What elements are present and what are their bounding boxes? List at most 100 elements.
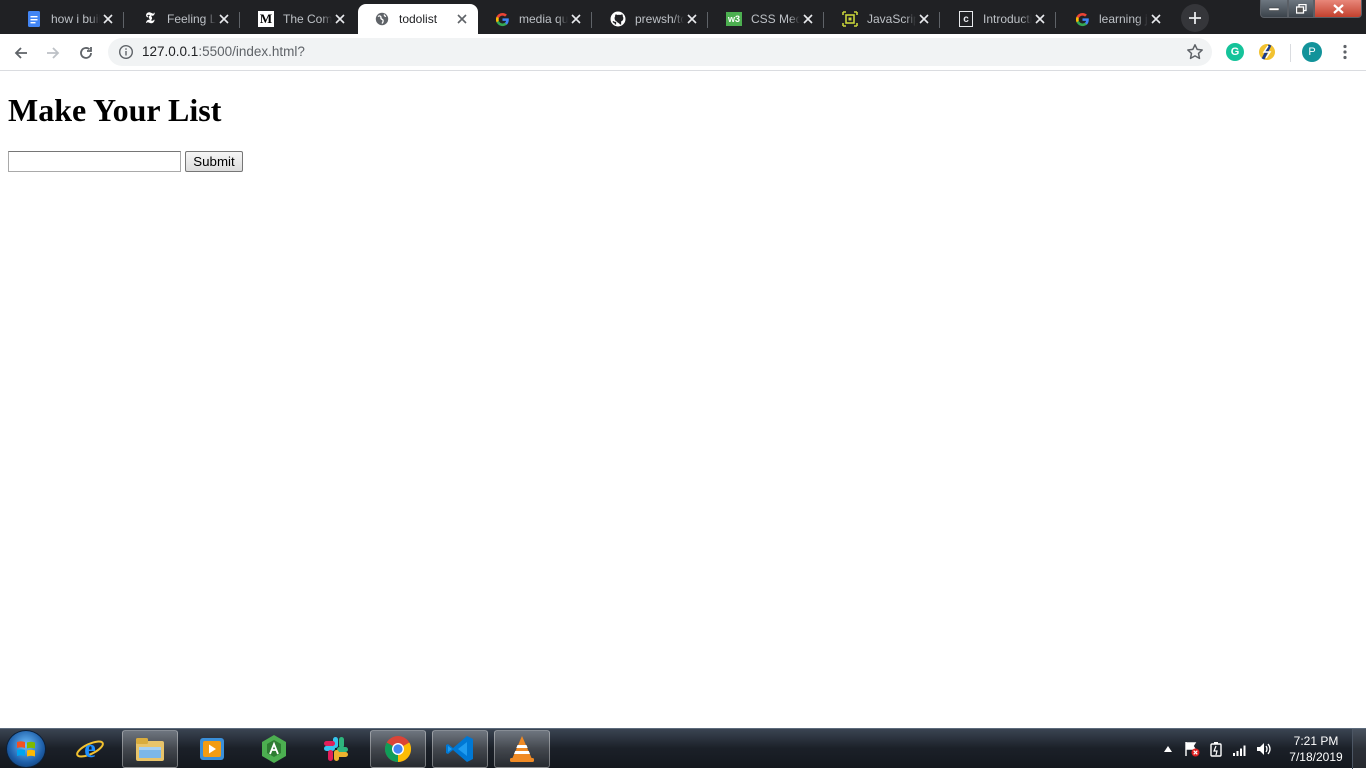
internet-explorer-icon: e — [76, 734, 104, 763]
close-icon[interactable] — [916, 11, 932, 27]
media-player-icon — [200, 738, 224, 760]
close-icon[interactable] — [684, 11, 700, 27]
medium-icon: M — [258, 11, 274, 27]
tab-javascript[interactable]: JavaScript — [826, 4, 940, 34]
battery-plug-icon — [1210, 742, 1222, 757]
profile-avatar[interactable]: P — [1302, 42, 1322, 62]
todo-input[interactable] — [8, 151, 181, 172]
plus-icon — [1189, 12, 1201, 24]
tab-title: Introduction — [983, 12, 1032, 26]
chevron-up-icon — [1164, 746, 1172, 752]
start-button[interactable] — [6, 730, 46, 768]
taskbar-media-player[interactable] — [184, 730, 240, 768]
scrimba-icon — [842, 11, 858, 27]
w3schools-icon: w3 — [726, 12, 742, 26]
url-text[interactable]: 127.0.0.1:5500/index.html? — [142, 44, 305, 59]
flag-icon — [1185, 742, 1200, 757]
close-icon[interactable] — [100, 11, 116, 27]
signal-icon — [1233, 745, 1246, 756]
star-icon[interactable] — [1186, 43, 1204, 61]
close-icon[interactable] — [1032, 11, 1048, 27]
google-docs-icon — [26, 11, 42, 27]
url-path: :5500/index.html? — [198, 44, 305, 59]
taskbar-android-studio[interactable] — [246, 730, 302, 768]
volume-tray[interactable] — [1254, 733, 1274, 765]
close-icon[interactable] — [216, 11, 232, 27]
tab-separator — [239, 12, 240, 28]
tab-introduction[interactable]: c Introduction — [942, 4, 1056, 34]
maximize-button[interactable] — [1288, 0, 1314, 18]
tab-title: JavaScript — [867, 12, 916, 26]
system-clock[interactable]: 7:21 PM 7/18/2019 — [1282, 733, 1350, 765]
svg-text:e: e — [84, 734, 96, 763]
tab-learning-js[interactable]: learning js — [1058, 4, 1172, 34]
tab-title: CSS Media — [751, 12, 800, 26]
back-button[interactable] — [8, 40, 34, 66]
show-hidden-icons-button[interactable] — [1160, 733, 1176, 765]
action-center-tray[interactable] — [1182, 733, 1202, 765]
close-icon[interactable] — [568, 11, 584, 27]
arrow-left-icon — [14, 47, 27, 59]
close-icon — [1332, 3, 1344, 14]
tab-separator — [707, 12, 708, 28]
extension-icon[interactable] — [1258, 43, 1276, 61]
taskbar-vlc[interactable] — [494, 730, 550, 768]
lightning-extension-icon — [1259, 44, 1275, 60]
tab-todolist[interactable]: todolist — [358, 4, 478, 34]
tab-title: prewsh/todo — [635, 12, 684, 26]
close-icon[interactable] — [800, 11, 816, 27]
close-icon[interactable] — [1148, 11, 1164, 27]
tab-media-queries[interactable]: media queries — [478, 4, 592, 34]
tab-title: media queries — [519, 12, 568, 26]
submit-button[interactable]: Submit — [185, 151, 243, 172]
show-desktop-button[interactable] — [1352, 729, 1366, 769]
tab-css-media[interactable]: w3 CSS Media — [710, 4, 824, 34]
grammarly-extension-icon[interactable]: G — [1226, 43, 1244, 61]
github-icon — [610, 11, 626, 27]
url-host: 127.0.0.1 — [142, 44, 199, 59]
close-window-button[interactable] — [1314, 0, 1362, 18]
chrome-icon — [384, 736, 412, 763]
taskbar-internet-explorer[interactable]: e — [62, 730, 118, 768]
network-tray[interactable] — [1230, 733, 1250, 765]
minimize-button[interactable] — [1260, 0, 1288, 18]
tab-separator — [123, 12, 124, 28]
reload-icon — [80, 47, 92, 59]
windows-logo-icon — [17, 741, 35, 757]
info-icon[interactable] — [118, 44, 134, 60]
close-icon[interactable] — [332, 11, 348, 27]
taskbar-slack[interactable] — [308, 730, 364, 768]
tab-separator — [939, 12, 940, 28]
new-tab-button[interactable] — [1181, 4, 1209, 32]
slack-icon — [324, 737, 348, 761]
tab-separator — [591, 12, 592, 28]
close-icon[interactable] — [454, 11, 470, 27]
restore-icon — [1295, 3, 1307, 14]
profile-initial: P — [1308, 46, 1316, 58]
codecademy-icon: c — [958, 11, 974, 27]
vlc-icon — [510, 736, 534, 762]
reload-button[interactable] — [73, 40, 99, 66]
taskbar-file-explorer[interactable] — [122, 730, 178, 768]
tab-the-complete[interactable]: M The Complete — [242, 4, 356, 34]
address-bar[interactable]: 127.0.0.1:5500/index.html? — [108, 38, 1212, 66]
forward-button[interactable] — [40, 40, 66, 66]
taskbar-chrome[interactable] — [370, 730, 426, 768]
page-title: Make Your List — [8, 92, 222, 128]
power-tray[interactable] — [1206, 733, 1226, 765]
tab-title: how i built — [51, 12, 100, 26]
windows-taskbar: e 7:21 PM 7/18/2019 — [0, 728, 1366, 769]
google-icon — [494, 11, 510, 27]
tab-title: todolist — [399, 12, 438, 26]
minimize-icon — [1269, 7, 1279, 11]
tab-feeling-lonely[interactable]: 𝕿 Feeling Lonely — [126, 4, 240, 34]
android-studio-icon — [262, 735, 286, 763]
tab-prewsh-todo[interactable]: prewsh/todo — [594, 4, 708, 34]
taskbar-vscode[interactable] — [432, 730, 488, 768]
tab-how-i-built[interactable]: how i built — [10, 4, 124, 34]
clock-date: 7/18/2019 — [1289, 750, 1343, 764]
arrow-right-icon — [47, 47, 60, 59]
tab-strip: how i built 𝕿 Feeling Lonely M The Compl… — [0, 0, 1366, 34]
google-icon — [1074, 11, 1090, 27]
more-vert-icon[interactable] — [1336, 43, 1354, 61]
